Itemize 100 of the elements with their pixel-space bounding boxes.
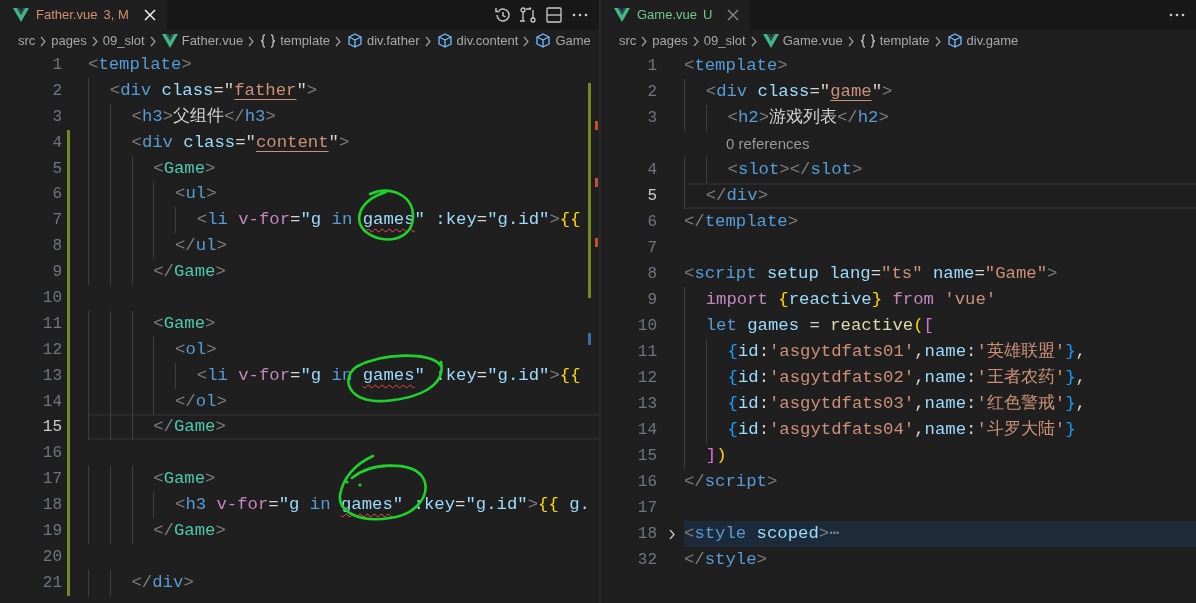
line-number: 16: [637, 473, 657, 491]
vue-logo-icon: [12, 6, 30, 24]
code-line: <template>: [684, 55, 788, 78]
code-line: import {reactive} from 'vue': [684, 287, 997, 313]
line-number: 2: [647, 83, 657, 101]
line-number: 13: [42, 366, 62, 385]
line-number: 4: [52, 133, 62, 152]
code-line: <slot></slot>: [684, 157, 863, 183]
breadcrumb-item[interactable]: div.game: [945, 31, 1019, 51]
code-line: {id:'asgytdfats01',name:'英雄联盟'},: [684, 339, 1086, 365]
line-number: 3: [647, 109, 657, 127]
cube-icon: [945, 32, 964, 50]
code-line: </Game>: [88, 414, 226, 441]
code-line: </Game>: [88, 259, 226, 286]
line-number: 18: [42, 496, 62, 515]
code-line: <Game>: [88, 155, 216, 182]
code-line: {id:'asgytdfats04',name:'斗罗大陆'}: [684, 417, 1076, 443]
breadcrumb-item[interactable]: Father.vue: [160, 31, 244, 51]
line-number: 8: [52, 237, 62, 256]
history-icon[interactable]: [493, 6, 511, 24]
line-number: 14: [42, 392, 62, 411]
line-number: 19: [42, 522, 62, 541]
braces-icon: [259, 32, 278, 50]
codelens-reference[interactable]: 0 references: [726, 132, 810, 156]
code-line: </style>: [684, 549, 767, 572]
line-number: 15: [42, 418, 62, 437]
split-editor-icon[interactable]: [545, 6, 563, 24]
chevron-icon: [333, 34, 343, 48]
line-number: 15: [637, 447, 657, 465]
line-number: 12: [637, 369, 657, 387]
line-number: 9: [52, 263, 62, 282]
code-line: <style scoped>⋯: [684, 523, 840, 546]
line-number: 21: [42, 573, 62, 592]
line-number: 16: [42, 444, 62, 463]
breadcrumb-item[interactable]: src: [18, 31, 36, 51]
compare-changes-icon[interactable]: [519, 6, 537, 24]
breadcrumb-item[interactable]: pages: [51, 31, 87, 51]
code-line: <li v-for="g in games" :key="g.id">{{: [88, 207, 581, 234]
code-line: <h3 v-for="g in games" :key="g.id">{{ g.: [88, 492, 590, 519]
breadcrumb-item[interactable]: template: [259, 31, 330, 51]
breadcrumb-item[interactable]: 09_slot: [703, 31, 746, 51]
line-number: 3: [52, 107, 62, 126]
code-line: <div class="content">: [88, 129, 350, 156]
line-number: 5: [647, 187, 657, 205]
chevron-icon: [38, 34, 49, 48]
code-line: <h2>游戏列表</h2>: [684, 105, 889, 131]
code-line: <Game>: [88, 310, 216, 337]
chevron-icon: [246, 34, 257, 48]
line-number: 11: [637, 343, 657, 361]
line-number: 11: [42, 314, 62, 333]
chevron-icon: [639, 34, 650, 48]
line-number: 32: [637, 551, 657, 569]
breadcrumb-item[interactable]: pages: [652, 31, 688, 51]
code-line: </ol>: [88, 388, 227, 415]
cube-icon: [534, 32, 553, 50]
code-line: <div class="father">: [88, 77, 318, 104]
breadcrumb-item[interactable]: div.father: [346, 31, 420, 51]
chevron-icon: [521, 34, 532, 48]
code-line: <template>: [88, 54, 192, 76]
code-line: <ol>: [88, 336, 217, 363]
code-line: <div class="game">: [684, 79, 893, 105]
code-line: {id:'asgytdfats02',name:'王者农药'},: [684, 365, 1086, 391]
breadcrumb-item[interactable]: 09_slot: [102, 31, 145, 51]
code-line: <script setup lang="ts" name="Game">: [684, 263, 1058, 286]
breadcrumb-item[interactable]: Game: [534, 31, 591, 51]
code-line: ]): [684, 443, 727, 469]
line-number: 10: [42, 289, 62, 307]
fold-chevron-icon[interactable]: [667, 527, 677, 541]
code-line: </template>: [684, 211, 799, 234]
line-number: 2: [52, 81, 62, 100]
line-number: 4: [647, 161, 657, 179]
vue-logo-icon: [613, 6, 631, 24]
breadcrumb-item[interactable]: template: [858, 31, 930, 51]
line-number: 20: [42, 547, 62, 566]
code-line: </ul>: [88, 233, 227, 260]
vue-logo-icon: [761, 32, 780, 50]
code-line: </div>: [88, 569, 194, 596]
line-number: 18: [637, 525, 657, 543]
line-number: 5: [52, 159, 62, 178]
vue-logo-icon: [160, 32, 179, 50]
code-line: </div>: [684, 183, 768, 209]
line-number: 1: [647, 57, 657, 75]
breadcrumb-item[interactable]: Game.vue: [761, 31, 843, 51]
line-number: 17: [637, 499, 657, 517]
line-number: 10: [637, 317, 657, 335]
editor-tab[interactable]: Game.vue U: [601, 0, 751, 30]
editor-tab[interactable]: Father.vue 3, M: [0, 0, 167, 30]
code-line: <Game>: [88, 466, 216, 493]
line-number: 8: [647, 265, 657, 283]
line-number: 13: [637, 395, 657, 413]
line-number: 6: [647, 213, 657, 231]
line-number: 7: [647, 239, 657, 257]
code-line: </Game>: [88, 518, 226, 544]
code-line: </script>: [684, 471, 778, 494]
line-number: 7: [52, 211, 62, 230]
breadcrumb-item[interactable]: div.content: [435, 31, 519, 51]
breadcrumb-item[interactable]: src: [619, 31, 637, 51]
cube-icon: [435, 32, 454, 50]
line-number: 14: [637, 421, 657, 439]
line-number: 17: [42, 470, 62, 489]
